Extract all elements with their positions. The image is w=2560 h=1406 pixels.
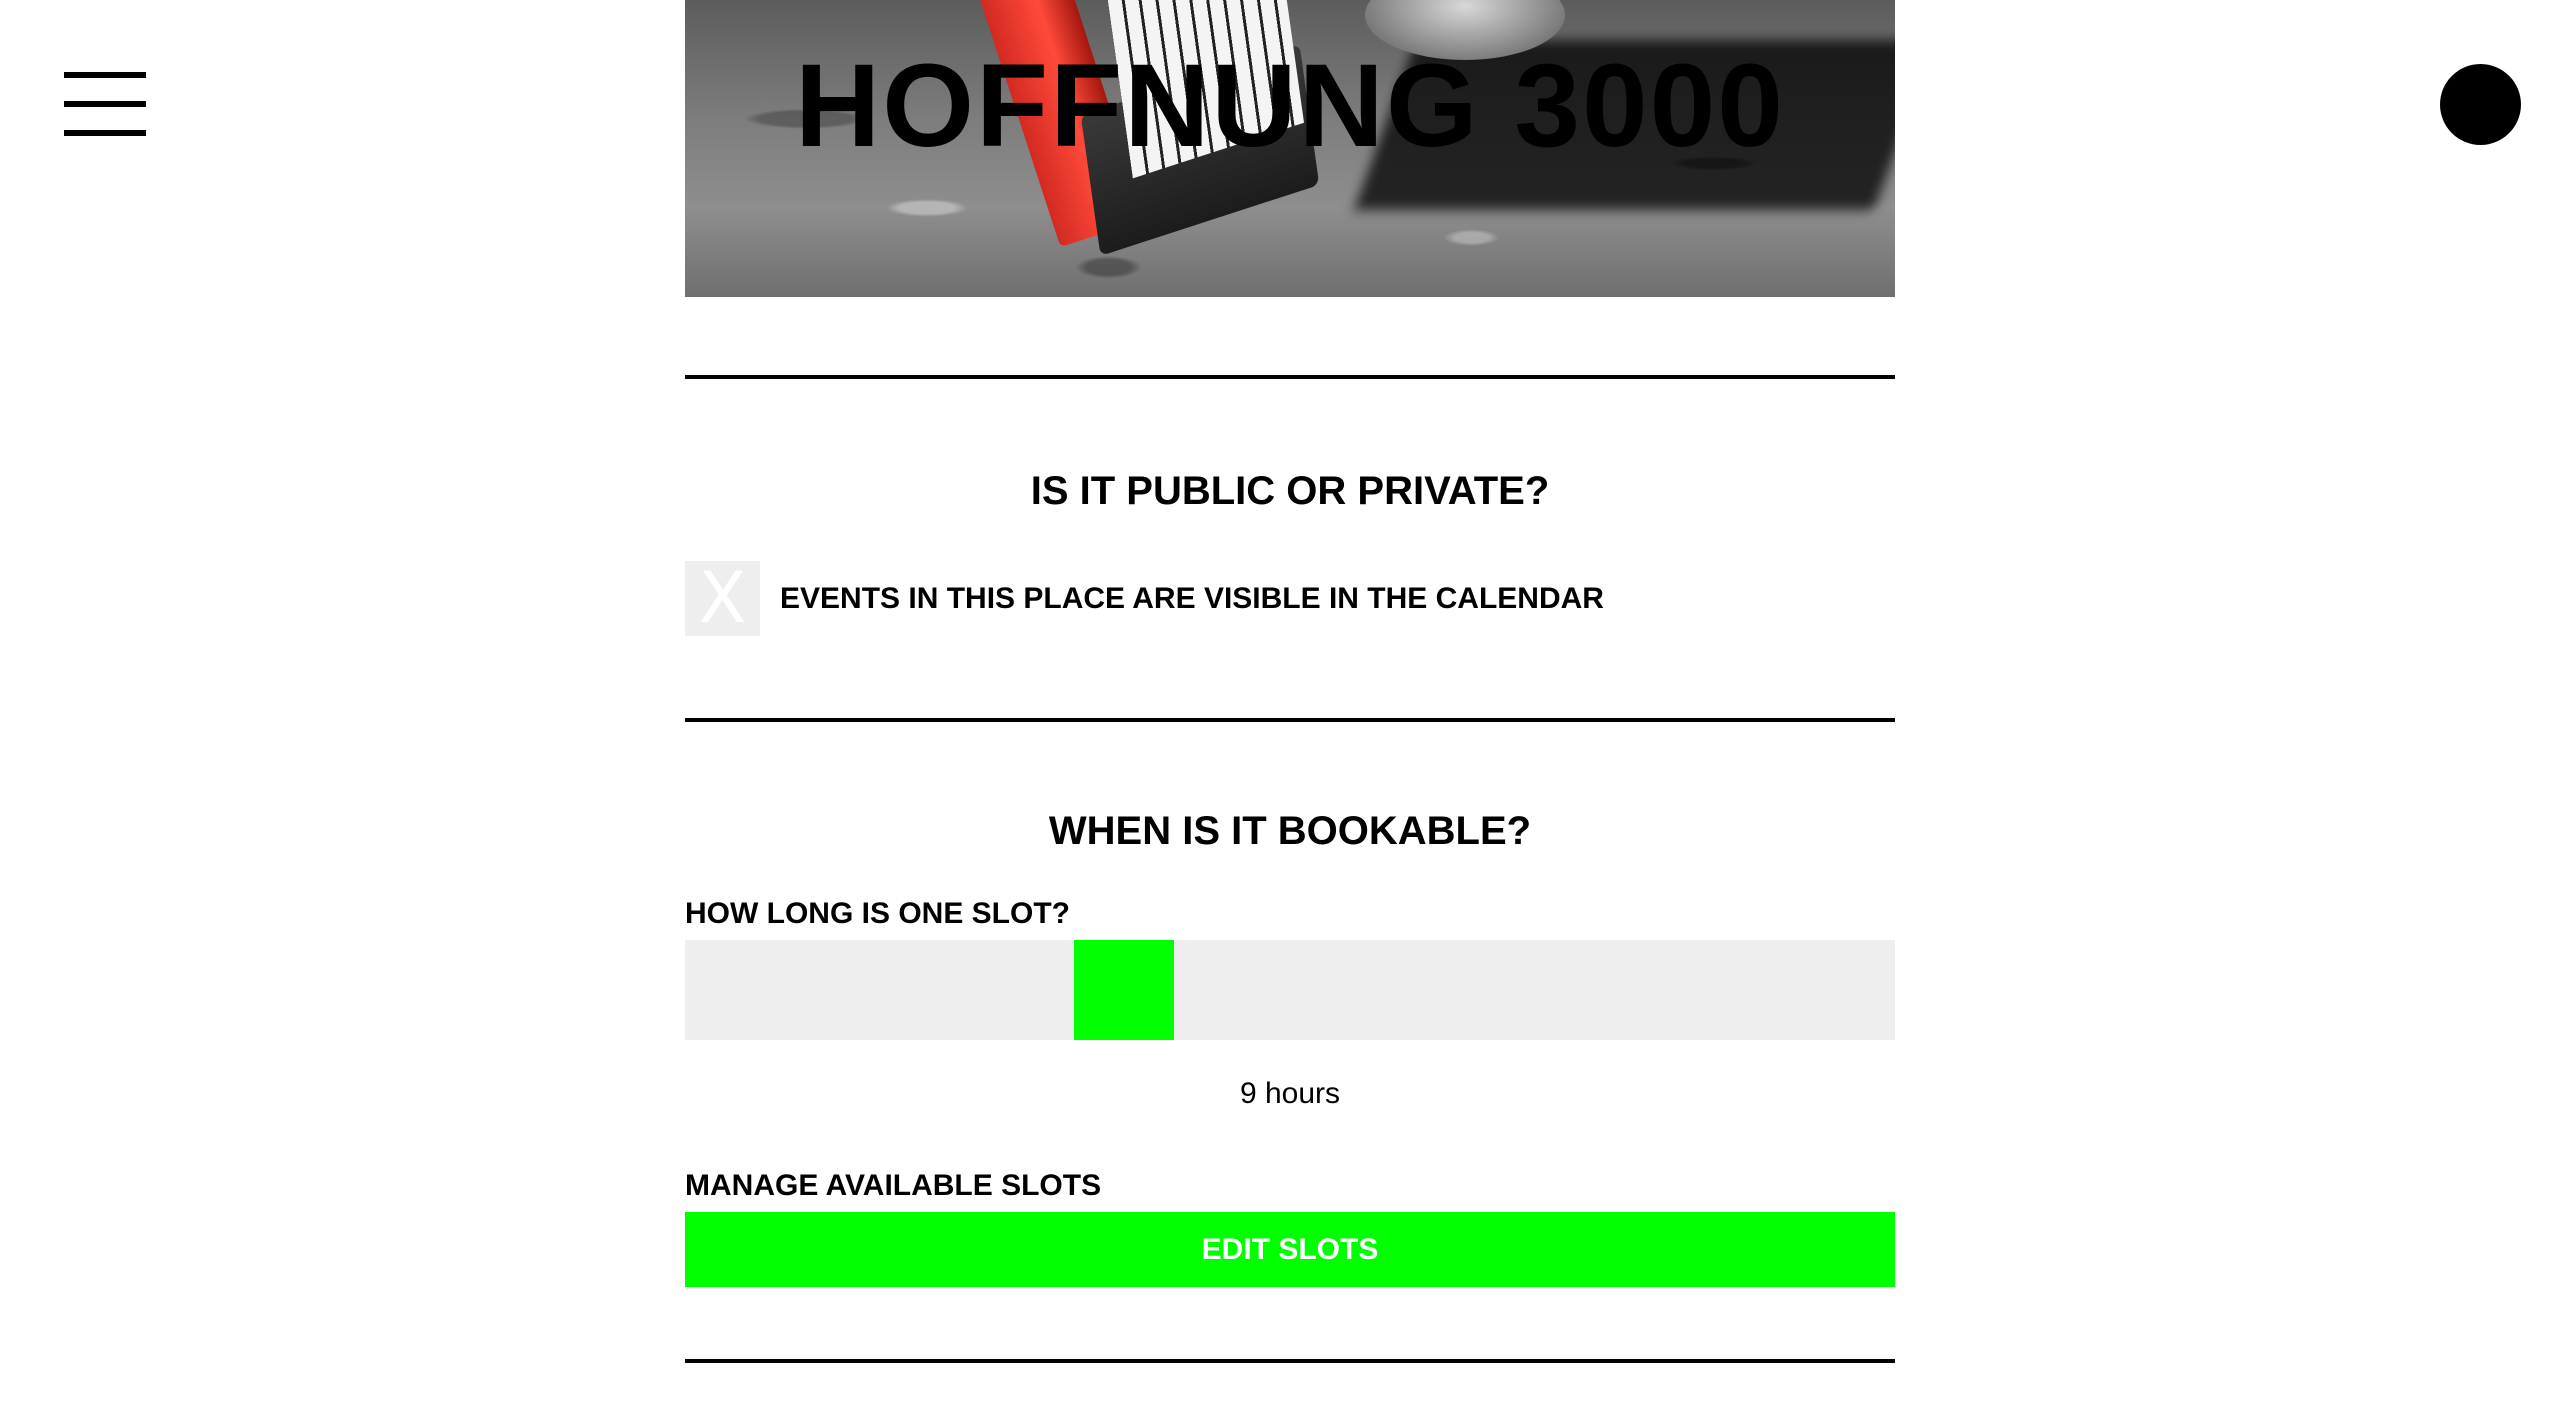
section-divider <box>685 375 1895 379</box>
menu-bar <box>64 130 146 136</box>
menu-bar <box>64 72 146 78</box>
public-visibility-label: EVENTS IN THIS PLACE ARE VISIBLE IN THE … <box>780 582 1604 615</box>
section-divider <box>685 1359 1895 1363</box>
public-visibility-checkbox[interactable]: X <box>685 561 760 636</box>
manage-slots-label: MANAGE AVAILABLE SLOTS <box>685 1169 1102 1202</box>
checkbox-x-icon: X <box>698 557 747 639</box>
edit-slots-button[interactable]: EDIT SLOTS <box>685 1212 1895 1287</box>
place-title: HOFFNUNG 3000 <box>795 40 1785 172</box>
slider-thumb[interactable] <box>1074 940 1174 1040</box>
slot-length-label: HOW LONG IS ONE SLOT? <box>685 897 1070 930</box>
section-divider <box>685 718 1895 722</box>
place-settings-page: HOFFNUNG 3000 IS IT PUBLIC OR PRIVATE? X… <box>0 0 2560 1406</box>
slot-length-value: 9 hours <box>1239 1077 1341 1110</box>
visibility-heading: IS IT PUBLIC OR PRIVATE? <box>1030 469 1550 513</box>
bookable-heading: WHEN IS IT BOOKABLE? <box>1048 809 1532 853</box>
menu-bar <box>64 101 146 107</box>
account-circle-icon[interactable] <box>2440 64 2521 145</box>
slot-length-slider[interactable] <box>685 940 1895 1040</box>
hamburger-menu-icon[interactable] <box>64 72 146 136</box>
